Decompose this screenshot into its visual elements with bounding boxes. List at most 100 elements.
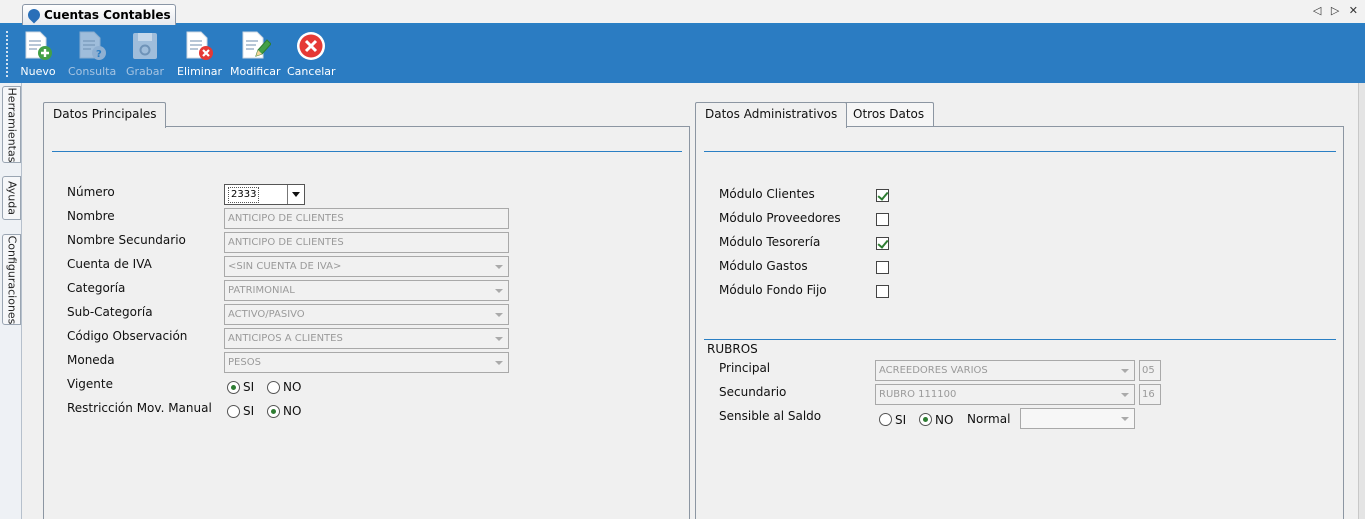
edit-document-icon: [242, 31, 271, 59]
sidebar-tab-configuraciones[interactable]: Configuraciones: [2, 234, 21, 325]
nombre-secundario-label: Nombre Secundario: [67, 233, 186, 247]
categoria-select[interactable]: PATRIMONIAL: [224, 280, 509, 301]
vigente-si-label: SI: [243, 380, 255, 394]
modulo-clientes-label: Módulo Clientes: [719, 187, 815, 201]
vertical-scrollbar[interactable]: [1358, 83, 1365, 519]
numero-label: Número: [67, 185, 115, 199]
rubro-secundario-label: Secundario: [719, 385, 787, 399]
categoria-label: Categoría: [67, 281, 126, 295]
moneda-label: Moneda: [67, 353, 115, 367]
chevron-down-icon: [495, 337, 503, 341]
cuenta-iva-label: Cuenta de IVA: [67, 257, 152, 271]
vigente-si-radio[interactable]: [227, 381, 240, 394]
tab-datos-administrativos[interactable]: Datos Administrativos: [695, 102, 848, 128]
chevron-down-icon: [1121, 369, 1129, 373]
save-button[interactable]: Grabar: [126, 30, 164, 78]
sub-categoria-value: ACTIVO/PASIVO: [228, 309, 305, 320]
new-document-icon: [25, 31, 52, 60]
modulo-fondo-fijo-checkbox[interactable]: [876, 285, 889, 298]
numero-value: 2333: [228, 187, 260, 203]
cancel-button-label: Cancelar: [287, 65, 336, 78]
rubro-principal-code: 05: [1139, 360, 1161, 381]
section-divider: [52, 151, 682, 152]
chevron-down-icon: [495, 265, 503, 269]
codigo-observacion-value: ANTICIPOS A CLIENTES: [228, 333, 343, 344]
chevron-down-icon[interactable]: [287, 185, 304, 204]
rubro-principal-label: Principal: [719, 361, 771, 375]
rubro-principal-select[interactable]: ACREEDORES VARIOS: [875, 360, 1135, 381]
app-logo-icon: [25, 6, 43, 24]
sensible-saldo-label: Sensible al Saldo: [719, 409, 822, 423]
cancel-button[interactable]: Cancelar: [287, 30, 336, 78]
query-document-icon: ?: [79, 31, 106, 60]
modulo-proveedores-checkbox[interactable]: [876, 213, 889, 226]
restriccion-si-radio[interactable]: [227, 405, 240, 418]
rubro-principal-value: ACREEDORES VARIOS: [879, 365, 988, 376]
modulo-tesoreria-checkbox[interactable]: [876, 237, 889, 250]
numero-combo[interactable]: 2333: [224, 184, 305, 205]
delete-button[interactable]: Eliminar: [177, 30, 223, 78]
modulo-fondo-fijo-label: Módulo Fondo Fijo: [719, 283, 827, 297]
chevron-down-icon: [495, 361, 503, 365]
modify-button-label: Modificar: [230, 65, 281, 78]
side-tab-bar: Herramientas Ayuda Configuraciones: [0, 83, 22, 519]
rubro-secundario-value: RUBRO 111100: [879, 389, 957, 400]
toolbar-grip[interactable]: [6, 31, 8, 77]
codigo-observacion-select[interactable]: ANTICIPOS A CLIENTES: [224, 328, 509, 349]
sensible-no-radio[interactable]: [919, 413, 932, 426]
vigente-no-label: NO: [283, 380, 302, 394]
admin-data-panel: [695, 126, 1344, 519]
sidebar-tab-herramientas[interactable]: Herramientas: [2, 86, 21, 163]
delete-document-icon: [186, 31, 213, 60]
nombre-field[interactable]: ANTICIPO DE CLIENTES: [224, 208, 509, 229]
sidebar-tab-label: Ayuda: [5, 181, 18, 215]
restriccion-si-label: SI: [243, 404, 255, 418]
sidebar-tab-label: Herramientas: [5, 87, 18, 162]
sensible-no-label: NO: [935, 413, 954, 427]
new-button[interactable]: Nuevo: [20, 30, 56, 78]
modulo-proveedores-label: Módulo Proveedores: [719, 211, 841, 225]
normal-label: Normal: [967, 412, 1011, 426]
sub-categoria-label: Sub-Categoría: [67, 305, 153, 319]
restriccion-no-radio[interactable]: [267, 405, 280, 418]
save-button-label: Grabar: [126, 65, 165, 78]
sidebar-tab-ayuda[interactable]: Ayuda: [2, 176, 21, 220]
sensible-si-label: SI: [895, 413, 907, 427]
tab-navigation-controls[interactable]: ◁ ▷ ✕: [1313, 4, 1361, 17]
tab-title: Cuentas Contables: [44, 8, 171, 22]
chevron-down-icon: [1121, 417, 1129, 421]
save-disk-icon: [133, 33, 157, 59]
modulo-clientes-checkbox[interactable]: [876, 189, 889, 202]
sub-categoria-select[interactable]: ACTIVO/PASIVO: [224, 304, 509, 325]
svg-text:?: ?: [96, 49, 102, 60]
section-divider: [704, 151, 1336, 152]
cuenta-iva-select[interactable]: <SIN CUENTA DE IVA>: [224, 256, 509, 277]
sensible-si-radio[interactable]: [879, 413, 892, 426]
nombre-label: Nombre: [67, 209, 115, 223]
vigente-no-radio[interactable]: [267, 381, 280, 394]
query-button[interactable]: ? Consulta: [68, 30, 116, 78]
delete-button-label: Eliminar: [177, 65, 223, 78]
rubro-secundario-select[interactable]: RUBRO 111100: [875, 384, 1135, 405]
tab-cuentas-contables[interactable]: Cuentas Contables: [22, 4, 176, 25]
nombre-value: ANTICIPO DE CLIENTES: [228, 213, 344, 224]
new-button-label: Nuevo: [20, 65, 56, 78]
sidebar-tab-label: Configuraciones: [5, 235, 18, 324]
moneda-value: PESOS: [228, 357, 261, 368]
rubro-secundario-code: 16: [1139, 384, 1161, 405]
rubros-title: RUBROS: [707, 342, 758, 356]
tab-otros-datos[interactable]: Otros Datos: [843, 102, 935, 126]
restriccion-no-label: NO: [283, 404, 302, 418]
tab-label: Datos Principales: [53, 107, 157, 121]
modulo-gastos-label: Módulo Gastos: [719, 259, 808, 273]
moneda-select[interactable]: PESOS: [224, 352, 509, 373]
normal-select[interactable]: [1020, 408, 1135, 429]
modulo-gastos-checkbox[interactable]: [876, 261, 889, 274]
tab-datos-principales[interactable]: Datos Principales: [43, 102, 167, 128]
modify-button[interactable]: Modificar: [230, 30, 281, 78]
nombre-secundario-field[interactable]: ANTICIPO DE CLIENTES: [224, 232, 509, 253]
chevron-down-icon: [495, 313, 503, 317]
document-tab-strip: Cuentas Contables ◁ ▷ ✕: [0, 0, 1365, 25]
cancel-icon: [297, 32, 325, 60]
categoria-value: PATRIMONIAL: [228, 285, 295, 296]
